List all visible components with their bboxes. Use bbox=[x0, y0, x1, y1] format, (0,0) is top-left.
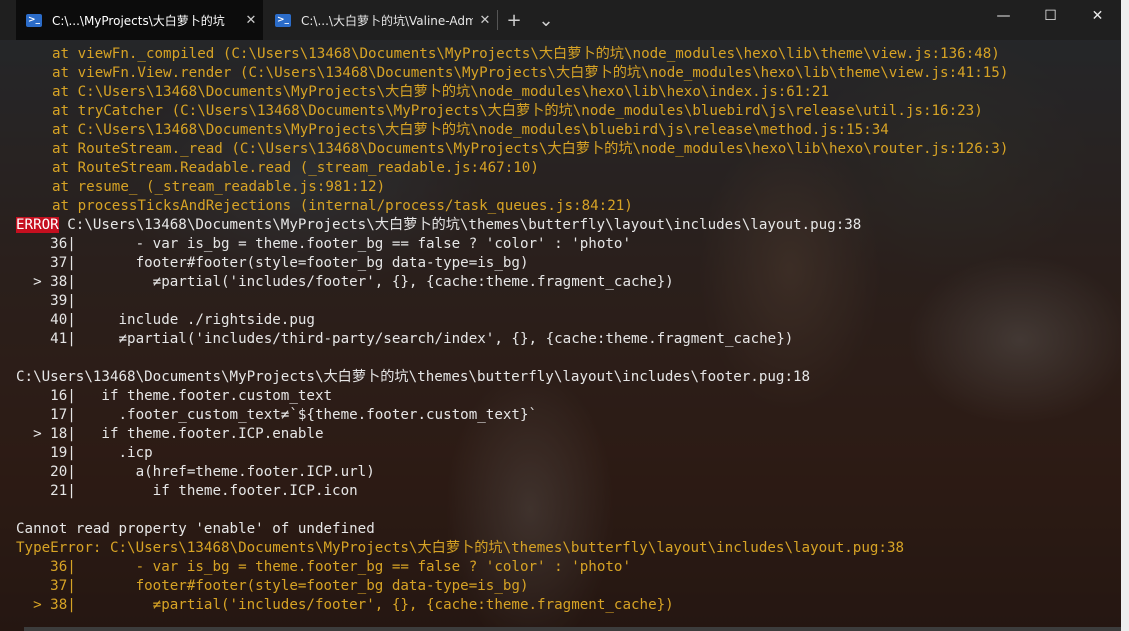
code-line: 39| bbox=[16, 293, 76, 309]
error-message: Cannot read property 'enable' of undefin… bbox=[16, 521, 375, 537]
terminal-output[interactable]: at viewFn._compiled (C:\Users\13468\Docu… bbox=[16, 45, 1116, 615]
code-line: 20| a(href=theme.footer.ICP.url) bbox=[16, 464, 375, 480]
code-line: > 18| if theme.footer.ICP.enable bbox=[16, 426, 324, 442]
desktop-edge bbox=[1121, 0, 1129, 631]
window-controls: — ☐ ✕ bbox=[980, 0, 1121, 40]
stack-line: at processTicksAndRejections (internal/p… bbox=[52, 198, 633, 214]
dropdown-button[interactable]: ⌄ bbox=[530, 0, 562, 40]
tab-valine-admin[interactable]: >_ C:\...\大白萝卜的坑\Valine-Admi ✕ bbox=[263, 0, 497, 40]
stack-line: at RouteStream.Readable.read (_stream_re… bbox=[52, 160, 539, 176]
code-line: 16| if theme.footer.custom_text bbox=[16, 388, 333, 404]
bottom-edge bbox=[24, 627, 1121, 631]
powershell-icon: >_ bbox=[26, 13, 42, 27]
terminal-window: >_ C:\...\MyProjects\大白萝卜的坑 ✕ >_ C:\...\… bbox=[0, 0, 1121, 631]
close-button[interactable]: ✕ bbox=[1074, 0, 1121, 32]
stack-line: at viewFn._compiled (C:\Users\13468\Docu… bbox=[52, 46, 1000, 62]
code-line: 36| - var is_bg = theme.footer_bg == fal… bbox=[16, 236, 631, 252]
maximize-button[interactable]: ☐ bbox=[1027, 0, 1074, 32]
stack-line: at resume_ (_stream_readable.js:981:12) bbox=[52, 179, 386, 195]
stack-line: at C:\Users\13468\Documents\MyProjects\大… bbox=[52, 122, 889, 138]
stack-line: at tryCatcher (C:\Users\13468\Documents\… bbox=[52, 103, 983, 119]
close-icon[interactable]: ✕ bbox=[473, 13, 497, 28]
minimize-button[interactable]: — bbox=[980, 0, 1027, 32]
code-line: 40| include ./rightside.pug bbox=[16, 312, 315, 328]
code-line: 37| footer#footer(style=footer_bg data-t… bbox=[16, 578, 529, 594]
code-line: 17| .footer_custom_text≠`${theme.footer.… bbox=[16, 407, 538, 423]
stack-line: at C:\Users\13468\Documents\MyProjects\大… bbox=[52, 84, 829, 100]
tab-myprojects[interactable]: >_ C:\...\MyProjects\大白萝卜的坑 ✕ bbox=[16, 0, 263, 40]
error-path: C:\Users\13468\Documents\MyProjects\大白萝卜… bbox=[58, 217, 862, 233]
new-tab-button[interactable]: + bbox=[498, 0, 530, 40]
tab-bar: >_ C:\...\MyProjects\大白萝卜的坑 ✕ >_ C:\...\… bbox=[0, 0, 1121, 40]
code-line: > 38| ≠partial('includes/footer', {}, {c… bbox=[16, 274, 674, 290]
type-error-line: TypeError: C:\Users\13468\Documents\MyPr… bbox=[16, 540, 905, 556]
powershell-icon: >_ bbox=[275, 13, 291, 27]
tab-title: C:\...\MyProjects\大白萝卜的坑 bbox=[52, 13, 225, 28]
code-line: 36| - var is_bg = theme.footer_bg == fal… bbox=[16, 559, 631, 575]
code-line: 41| ≠partial('includes/third-party/searc… bbox=[16, 331, 794, 347]
error-badge: ERROR bbox=[16, 217, 59, 233]
close-icon[interactable]: ✕ bbox=[239, 13, 263, 28]
stack-line: at viewFn.View.render (C:\Users\13468\Do… bbox=[52, 65, 1009, 81]
stack-line: at RouteStream._read (C:\Users\13468\Doc… bbox=[52, 141, 1009, 157]
code-line: > 38| ≠partial('includes/footer', {}, {c… bbox=[16, 597, 674, 613]
footer-path: C:\Users\13468\Documents\MyProjects\大白萝卜… bbox=[16, 369, 811, 385]
code-line: 37| footer#footer(style=footer_bg data-t… bbox=[16, 255, 529, 271]
error-line: ERROR C:\Users\13468\Documents\MyProject… bbox=[16, 216, 1116, 235]
code-line: 21| if theme.footer.ICP.icon bbox=[16, 483, 358, 499]
tab-title: C:\...\大白萝卜的坑\Valine-Admi bbox=[301, 13, 473, 28]
code-line: 19| .icp bbox=[16, 445, 153, 461]
